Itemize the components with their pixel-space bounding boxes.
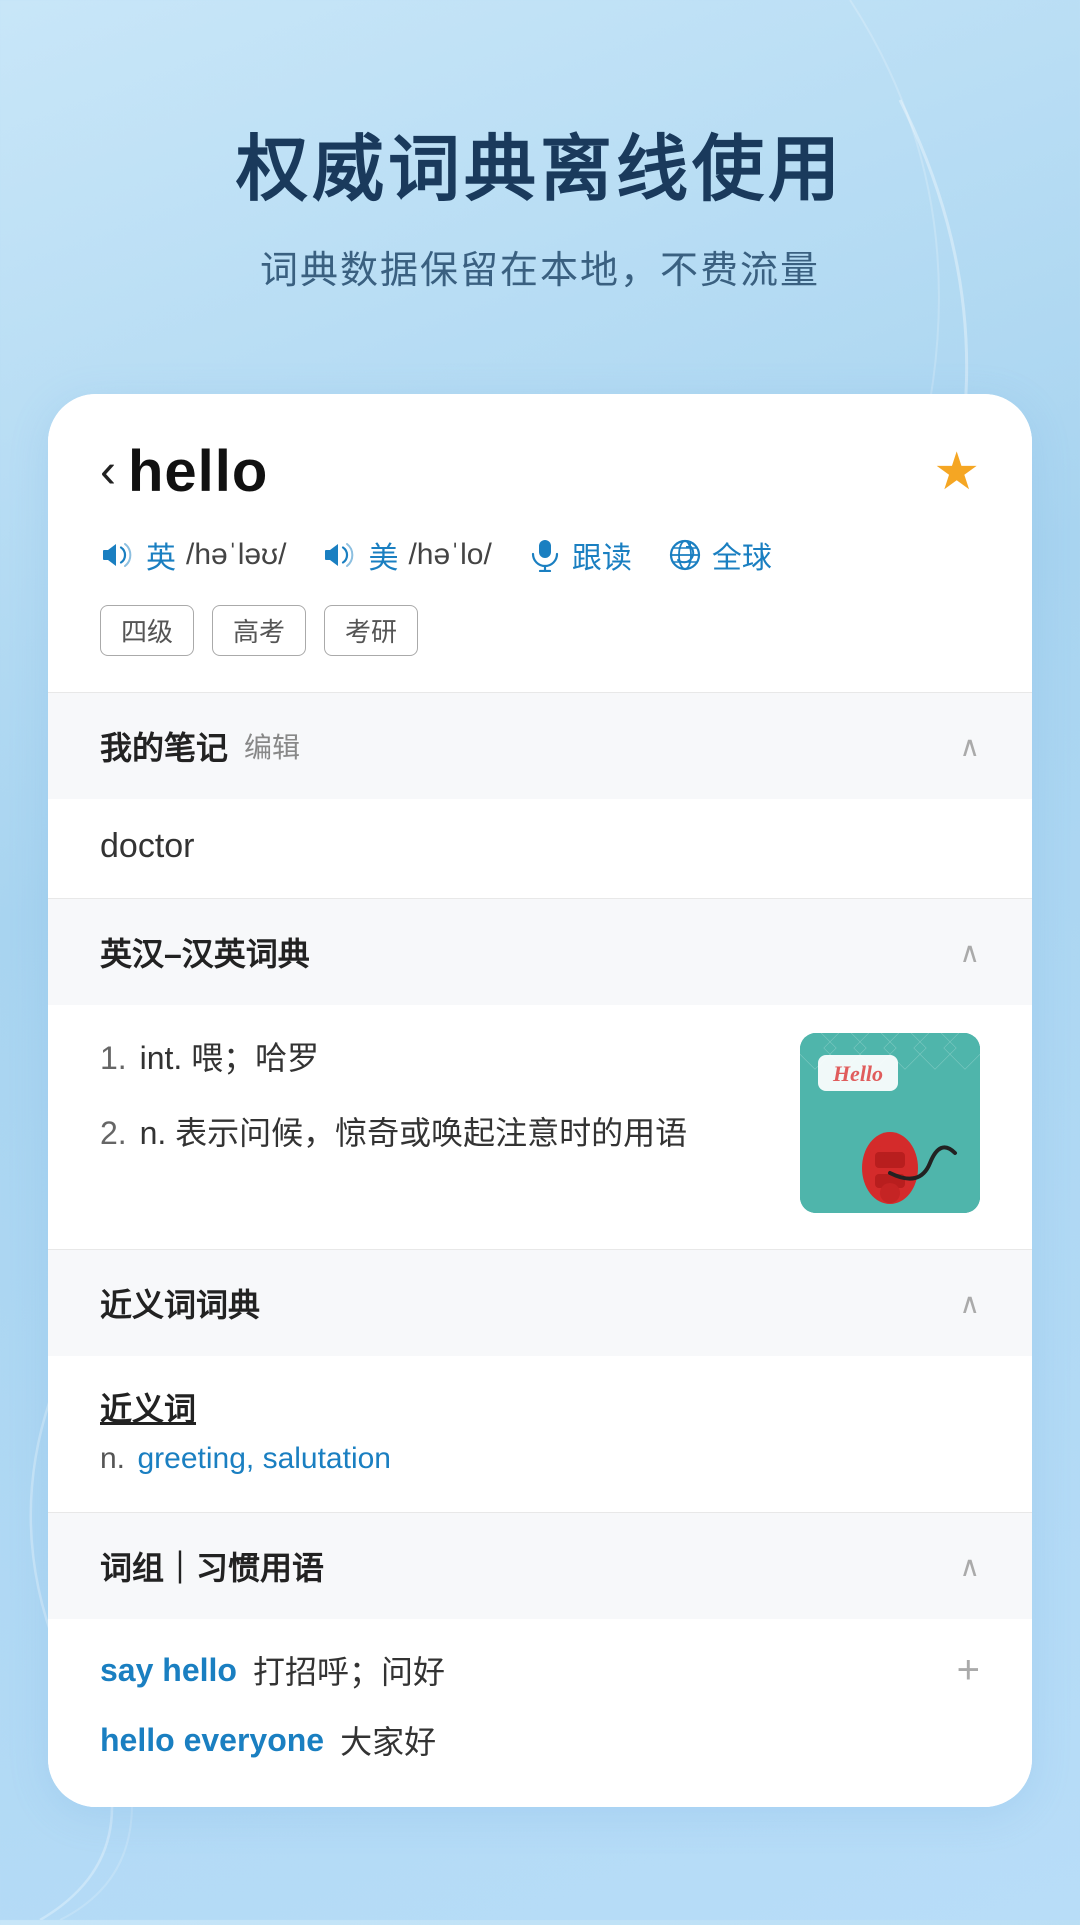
syn-title: 近义词词典	[100, 1280, 260, 1326]
def-pos-1: int.	[140, 1040, 192, 1076]
syn-words[interactable]: greeting, salutation	[137, 1442, 391, 1475]
notes-edit-btn[interactable]: 编辑	[244, 726, 300, 766]
dict-title: 英汉–汉英词典	[100, 929, 310, 975]
phrase-item-2: hello everyone 大家好	[100, 1717, 980, 1763]
global-label: 全球	[712, 533, 772, 577]
word-text: hello	[128, 438, 268, 505]
top-section: 权威词典离线使用 词典数据保留在本地，不费流量	[0, 0, 1080, 354]
syn-section-header: 近义词词典 ∧	[48, 1250, 1032, 1356]
phrases-content: say hello 打招呼；问好 + hello everyone 大家好	[48, 1619, 1032, 1807]
def-item-1: 1. int. 喂；哈罗	[100, 1033, 776, 1084]
follow-read-btn[interactable]: 跟读	[528, 533, 632, 577]
american-phonetic: 美 /həˈlo/	[322, 533, 491, 577]
phrase-text-1[interactable]: say hello	[100, 1652, 237, 1689]
sub-title: 词典数据保留在本地，不费流量	[60, 239, 1020, 294]
def-num-1: 1.	[100, 1040, 127, 1076]
american-ipa: /həˈlo/	[408, 538, 491, 572]
american-label: 美	[368, 533, 398, 577]
phrase-row-1: say hello 打招呼；问好	[100, 1647, 957, 1693]
phrase-text-2[interactable]: hello everyone	[100, 1722, 324, 1759]
svg-text:Hello: Hello	[832, 1061, 883, 1086]
notes-content: doctor	[48, 799, 1032, 898]
star-icon[interactable]: ★	[933, 442, 980, 502]
def-item-2: 2. n. 表示问候，惊奇或唤起注意时的用语	[100, 1108, 776, 1159]
hello-img-inner: Hello	[800, 1033, 980, 1213]
tag-cet4: 四级	[100, 605, 194, 656]
syn-row: n. greeting, salutation	[100, 1442, 980, 1476]
phrase-meaning-1: 打招呼；问好	[253, 1647, 445, 1693]
follow-read-label: 跟读	[572, 533, 632, 577]
def-text-2: 表示问候，惊奇或唤起注意时的用语	[175, 1115, 687, 1151]
dict-definitions: 1. int. 喂；哈罗 2. n. 表示问候，惊奇或唤起注意时的用语	[100, 1033, 776, 1183]
sound-icon-american[interactable]	[322, 537, 358, 573]
dict-section-header: 英汉–汉英词典 ∧	[48, 899, 1032, 1005]
syn-category: 近义词	[100, 1384, 980, 1430]
british-label: 英	[146, 533, 176, 577]
british-ipa: /həˈləʊ/	[186, 538, 286, 572]
dict-content: 1. int. 喂；哈罗 2. n. 表示问候，惊奇或唤起注意时的用语	[48, 1005, 1032, 1249]
syn-pos: n.	[100, 1442, 125, 1475]
phrases-section-header: 词组｜习惯用语 ∧	[48, 1513, 1032, 1619]
back-arrow[interactable]: ‹	[100, 448, 116, 496]
tag-gaokao: 高考	[212, 605, 306, 656]
notes-title: 我的笔记	[100, 723, 228, 769]
phrase-row-2: hello everyone 大家好	[100, 1717, 980, 1763]
phrases-chevron[interactable]: ∧	[960, 1550, 981, 1583]
sound-icon-british[interactable]	[100, 537, 136, 573]
phonetics-row: 英 /həˈləʊ/ 美 /həˈlo/	[100, 533, 980, 577]
tags-row: 四级 高考 考研	[100, 605, 980, 656]
tag-kaoyan: 考研	[324, 605, 418, 656]
word-back: ‹ hello	[100, 438, 268, 505]
dict-image: Hello	[800, 1033, 980, 1213]
phrase-add-btn-1[interactable]: +	[957, 1648, 980, 1693]
notes-section-header: 我的笔记 编辑 ∧	[48, 693, 1032, 799]
british-phonetic: 英 /həˈləʊ/	[100, 533, 286, 577]
phrases-title: 词组｜习惯用语	[100, 1543, 324, 1589]
notes-chevron[interactable]: ∧	[960, 730, 981, 763]
hello-img-bg: Hello	[800, 1033, 980, 1213]
def-pos-2: n.	[140, 1115, 176, 1151]
globe-icon	[668, 538, 702, 572]
global-btn[interactable]: 全球	[668, 533, 772, 577]
dict-chevron[interactable]: ∧	[960, 936, 981, 969]
def-text-1: 喂；哈罗	[191, 1040, 319, 1076]
dictionary-card: ‹ hello ★ 英 /həˈləʊ/	[48, 394, 1032, 1807]
syn-chevron[interactable]: ∧	[960, 1287, 981, 1320]
word-row: ‹ hello ★	[100, 438, 980, 505]
mic-icon	[528, 538, 562, 572]
synonyms-content: 近义词 n. greeting, salutation	[48, 1356, 1032, 1512]
phrase-item-1: say hello 打招呼；问好 +	[100, 1647, 980, 1693]
notes-word: doctor	[100, 827, 195, 865]
def-num-2: 2.	[100, 1115, 127, 1151]
phrase-meaning-2: 大家好	[340, 1717, 436, 1763]
main-title: 权威词典离线使用	[60, 110, 1020, 215]
word-header: ‹ hello ★ 英 /həˈləʊ/	[48, 394, 1032, 692]
